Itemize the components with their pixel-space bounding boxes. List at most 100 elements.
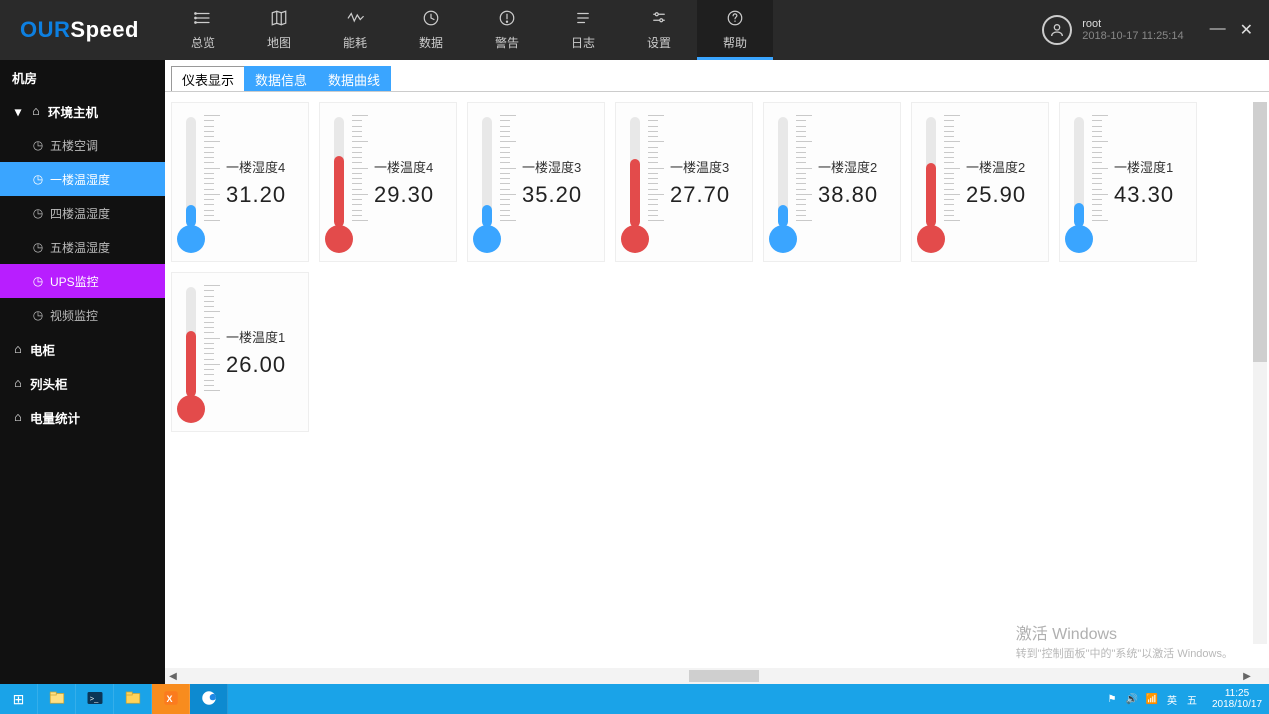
taskbar-app-powershell[interactable]: >_ [76,684,114,714]
tray-flag-icon[interactable]: ⚑ [1105,692,1119,706]
windows-icon: ⊞ [13,691,25,708]
sidebar-item-1[interactable]: ◷一楼温湿度 [0,162,165,196]
start-button[interactable]: ⊞ [0,684,38,714]
gauge-card-6[interactable]: 一楼湿度1 43.30 [1059,102,1197,262]
logo: OURSpeed [0,17,165,43]
nav-item-alert[interactable]: 警告 [469,0,545,60]
user-box[interactable]: root 2018-10-17 11:25:14 [1042,15,1183,45]
sidebar-item-2[interactable]: ◷ 四楼温湿度 [0,196,165,230]
thermometer-bulb [177,225,205,253]
taskbar-clock[interactable]: 11:25 2018/10/17 [1205,684,1269,714]
thermometer-ticks [1092,115,1110,221]
tray-ime-五-icon[interactable]: 五 [1185,692,1199,706]
thermometer-tube [926,117,936,227]
gauge-card-5[interactable]: 一楼温度2 25.90 [911,102,1049,262]
nav-item-overview[interactable]: 总览 [165,0,241,60]
top-nav: 总览地图能耗数据警告日志设置帮助 [165,0,773,60]
thermometer-fill [186,205,196,227]
sidebar-item-0[interactable]: ◷ 五楼空调 [0,128,165,162]
minimize-button[interactable]: — [1210,20,1226,40]
nav-item-data[interactable]: 数据 [393,0,469,60]
thermometer-icon [172,107,226,257]
gauge-text: 一楼湿度2 38.80 [818,157,900,208]
taskbar-app-edge[interactable] [190,684,228,714]
help-icon [725,9,745,34]
hscroll-thumb[interactable] [689,670,759,682]
sidebar-item-label: 五楼空调 [50,137,98,154]
thermometer-bulb [473,225,501,253]
gauge-value: 26.00 [226,352,302,378]
gauge-text: 一楼温度3 27.70 [670,157,752,208]
sidebar-item-label: 五楼温湿度 [50,239,110,256]
taskbar-app-folder[interactable] [114,684,152,714]
data-icon [421,9,441,34]
gauge-card-0[interactable]: 一楼湿度4 31.20 [171,102,309,262]
taskbar-app-xampp[interactable]: X [152,684,190,714]
sidebar-group-cabinet[interactable]: ⌂电柜 [0,332,165,366]
user-info: root 2018-10-17 11:25:14 [1082,18,1183,42]
hscroll-right-arrow-icon[interactable]: ▶ [1239,668,1255,684]
horizontal-scrollbar[interactable]: ◀ ▶ [165,668,1255,684]
thermometer-tube [334,117,344,227]
sidebar-group-header[interactable]: ⌂列头柜 [0,366,165,400]
sidebar-item-label: 四楼温湿度 [50,205,110,222]
gauge-icon: ◷ [32,138,44,152]
powershell-icon: >_ [86,689,104,710]
sidebar-item-3[interactable]: ◷五楼温湿度 [0,230,165,264]
gauge-icon: ◷ [32,206,44,220]
thermometer-tube [482,117,492,227]
gauge-value: 43.30 [1114,182,1190,208]
nav-item-settings[interactable]: 设置 [621,0,697,60]
scroll-corner [1255,668,1269,684]
gauge-card-4[interactable]: 一楼湿度2 38.80 [763,102,901,262]
nav-item-log[interactable]: 日志 [545,0,621,60]
sidebar-group-env[interactable]: ▾⌂环境主机 [0,94,165,128]
gauge-value: 31.20 [226,182,302,208]
thermometer-icon [912,107,966,257]
group-label: 电柜 [30,340,55,359]
thermometer-tube [186,287,196,397]
gauge-icon: ◷ [32,172,44,186]
sidebar-item-4[interactable]: ◷UPS监控 [0,264,165,298]
gauge-grid: 一楼湿度4 31.20 一楼温度4 29.30 一楼湿度3 35.20 一楼温度… [171,102,1263,432]
tray-ime-en-icon[interactable]: 英 [1165,692,1179,706]
thermometer-ticks [204,285,222,391]
sidebar-item-label: UPS监控 [50,273,99,290]
thermometer-fill [334,156,344,228]
close-button[interactable]: ✕ [1240,20,1253,40]
hscroll-track[interactable] [181,668,1239,684]
group-label: 列头柜 [30,374,68,393]
hscroll-left-arrow-icon[interactable]: ◀ [165,668,181,684]
gauge-label: 一楼湿度4 [226,157,302,176]
window-buttons: — ✕ [1194,20,1269,40]
gauge-card-3[interactable]: 一楼温度3 27.70 [615,102,753,262]
thermometer-tube [778,117,788,227]
thermometer-fill [926,163,936,227]
tab-0[interactable]: 仪表显示 [171,66,245,91]
taskbar-app-file-explorer[interactable] [38,684,76,714]
tray-sound-icon[interactable]: 🔊 [1125,692,1139,706]
windows-taskbar: ⊞ >_ X ⚑ 🔊 📶 英五 11:25 2018/10/17 [0,684,1269,714]
sidebar-title: 机房 [0,60,165,94]
vertical-scrollbar-thumb[interactable] [1253,102,1267,362]
sidebar-item-5[interactable]: ◷视频监控 [0,298,165,332]
caret-down-icon: ▾ [12,104,24,119]
nav-item-energy[interactable]: 能耗 [317,0,393,60]
gauge-card-1[interactable]: 一楼温度4 29.30 [319,102,457,262]
gauge-card-2[interactable]: 一楼湿度3 35.20 [467,102,605,262]
energy-icon [345,9,365,34]
gauge-label: 一楼温度1 [226,327,302,346]
tab-1[interactable]: 数据信息 [244,66,318,91]
tray-network-icon[interactable]: 📶 [1145,692,1159,706]
thermometer-bulb [917,225,945,253]
thermometer-icon [616,107,670,257]
sidebar-group-power[interactable]: ⌂电量统计 [0,400,165,434]
gauge-label: 一楼温度2 [966,157,1042,176]
home-icon: ⌂ [30,104,42,118]
tab-2[interactable]: 数据曲线 [317,66,391,91]
thermometer-icon [1060,107,1114,257]
nav-item-map[interactable]: 地图 [241,0,317,60]
nav-item-help[interactable]: 帮助 [697,0,773,60]
gauge-card-7[interactable]: 一楼温度1 26.00 [171,272,309,432]
thermometer-bulb [621,225,649,253]
